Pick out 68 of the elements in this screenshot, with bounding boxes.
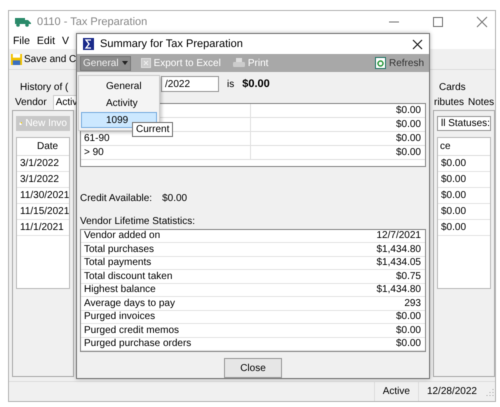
tooltip: Current <box>132 122 174 137</box>
caret-icon <box>122 61 128 66</box>
table-cell: Purged invoices <box>84 311 156 322</box>
column-header: Date <box>17 138 69 156</box>
table-cell: Highest balance <box>84 284 156 296</box>
table-cell: $0.00 <box>396 324 421 336</box>
status-text: Active <box>374 382 418 401</box>
table-cell: Average days to pay <box>84 298 175 309</box>
credit-value: $0.00 <box>162 192 188 204</box>
toolbar-button[interactable]: Refresh <box>372 56 426 70</box>
table-cell: $0.00 <box>438 172 490 188</box>
label: is <box>227 78 234 90</box>
menu-item[interactable]: File <box>13 35 30 47</box>
status-dropdown[interactable]: ll Statuses: <box>437 116 491 131</box>
dialog-title: Summary for Tax Preparation <box>100 38 244 50</box>
balance-amount: $0.00 <box>242 78 270 90</box>
table-cell: $0.00 <box>438 188 490 204</box>
column-header: ce <box>438 138 490 156</box>
close-icon[interactable] <box>412 38 423 50</box>
status-text: 12/28/2022 <box>418 382 485 401</box>
table-cell: Total payments <box>84 257 152 268</box>
table-cell: 11/15/2021 <box>17 204 69 220</box>
menu-item[interactable]: Edit <box>36 35 56 47</box>
sigma-icon <box>83 38 94 50</box>
table-cell-text: $0.00 <box>394 118 422 130</box>
table-cell: $0.00 <box>438 220 490 236</box>
section-title: Vendor Lifetime Statistics: <box>79 214 196 228</box>
printer-icon <box>232 58 245 68</box>
table-cell: $0.00 <box>438 204 490 220</box>
date-field[interactable]: /2022 <box>161 76 219 92</box>
table-cell: 3/1/2022 <box>17 172 69 188</box>
table-cell: $0.00 <box>396 311 421 322</box>
table-cell: 3/1/2022 <box>17 156 69 172</box>
table-cell: Total discount taken <box>84 270 172 282</box>
table-cell: Total purchases <box>84 244 154 255</box>
truck-icon <box>15 17 31 27</box>
table-cell: Vendor added on <box>84 230 160 242</box>
table-cell: $0.75 <box>396 270 421 282</box>
table-cell: Purged purchase orders <box>84 338 192 350</box>
table-cell: > 90 <box>81 146 251 159</box>
window-title: 0110 - Tax Preparation <box>37 16 148 28</box>
table-cell: Purged credit memos <box>84 324 180 336</box>
table-cell: $1,434.05 <box>376 257 421 268</box>
tab[interactable]: History of ( <box>12 78 74 95</box>
tab[interactable]: Vendor <box>12 95 50 110</box>
save-icon <box>11 54 22 64</box>
table-cell: 12/7/2021 <box>376 230 421 242</box>
table-cell: $0.00 <box>396 338 421 350</box>
tab[interactable]: ributes <box>433 95 466 110</box>
menu-item[interactable]: V <box>62 35 70 47</box>
table-cell: 11/1/2021 <box>17 220 69 236</box>
tab[interactable]: Cards <box>433 78 495 95</box>
table-cell: $1,434.80 <box>376 244 421 255</box>
table-cell-text: $0.00 <box>394 132 422 144</box>
credit-label: Credit Available: <box>80 192 152 204</box>
resize-grip-icon[interactable] <box>485 386 495 396</box>
menu-item[interactable]: Activity <box>81 95 157 111</box>
table-cell: 293 <box>404 298 421 309</box>
close-button[interactable]: Close <box>224 358 282 378</box>
maximize-icon[interactable] <box>431 15 445 29</box>
save-button[interactable]: Save and C <box>11 54 76 64</box>
table-cell-text: $0.00 <box>394 104 422 116</box>
tab[interactable]: Notes <box>467 95 496 110</box>
table-cell: 11/30/2021 <box>17 188 69 204</box>
menu-item[interactable]: General <box>81 78 157 94</box>
table-cell: $1,434.80 <box>376 284 421 296</box>
table-cell-text: $0.00 <box>394 146 422 158</box>
table-cell: $0.00 <box>438 156 490 172</box>
